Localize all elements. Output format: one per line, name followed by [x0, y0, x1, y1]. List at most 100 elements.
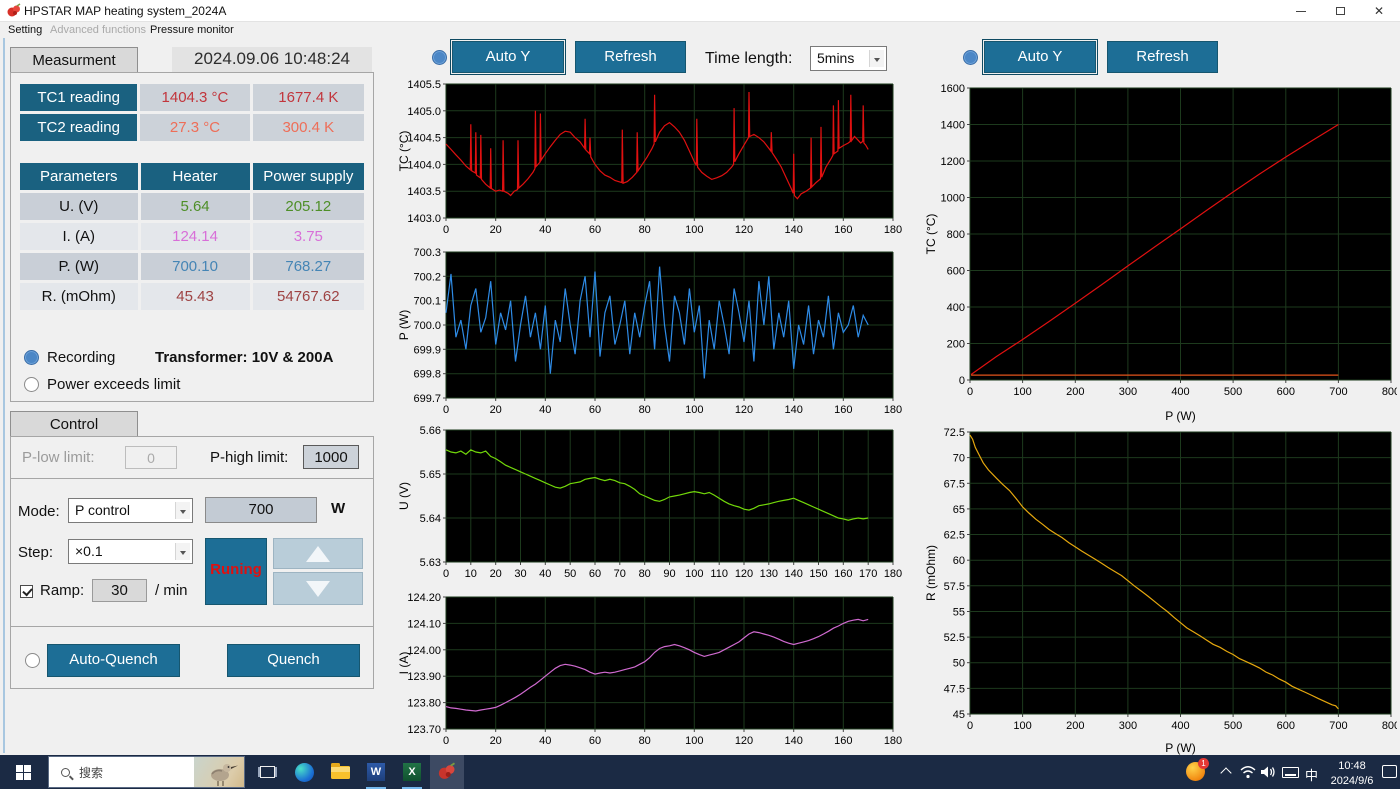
ramp-checkbox[interactable] [20, 585, 33, 598]
excel-icon: X [403, 763, 421, 781]
touch-keyboard-button[interactable] [1282, 767, 1299, 778]
mode-select[interactable]: P control [68, 498, 193, 523]
ime-indicator[interactable]: 中 [1305, 765, 1318, 784]
running-button[interactable]: Runing [205, 538, 267, 605]
svg-text:160: 160 [834, 735, 852, 747]
right-auto-y-button[interactable]: Auto Y [984, 41, 1096, 73]
menu-pressure-monitor[interactable]: Pressure monitor [150, 24, 234, 36]
recording-label: Recording [47, 349, 115, 366]
svg-text:1405.0: 1405.0 [407, 106, 441, 118]
svg-text:124.00: 124.00 [407, 645, 441, 657]
hidden-icons-button[interactable] [1222, 769, 1230, 777]
search-highlight-image[interactable] [194, 757, 244, 787]
power-exceeds-label: Power exceeds limit [47, 376, 180, 393]
svg-text:1600: 1600 [941, 83, 965, 95]
volume-button[interactable] [1260, 765, 1276, 784]
mode-label: Mode: [18, 503, 60, 520]
svg-text:0: 0 [443, 568, 449, 580]
svg-text:500: 500 [1224, 386, 1242, 398]
svg-text:180: 180 [884, 224, 902, 236]
time-text: 10:48 [1326, 759, 1378, 774]
svg-text:67.5: 67.5 [944, 478, 965, 490]
svg-text:50: 50 [953, 658, 965, 670]
svg-text:400: 400 [1171, 720, 1189, 732]
recording-radio[interactable] [24, 350, 39, 365]
svg-text:800: 800 [1382, 386, 1397, 398]
step-label: Step: [18, 544, 53, 561]
speaker-icon [1260, 765, 1276, 779]
right-refresh-button[interactable]: Refresh [1107, 41, 1218, 73]
svg-text:I (A): I (A) [398, 652, 411, 675]
setpoint-input[interactable]: 700 [205, 497, 317, 523]
middle-refresh-button[interactable]: Refresh [575, 41, 686, 73]
minimize-button[interactable] [1285, 0, 1319, 22]
table-row: TC2 reading 27.3 °C 300.4 K [20, 114, 364, 141]
svg-text:20: 20 [490, 404, 502, 416]
p-high-limit-input[interactable]: 1000 [303, 445, 359, 469]
tab-control[interactable]: Control [10, 411, 138, 436]
svg-text:P (W): P (W) [1165, 409, 1195, 423]
table-row: U. (V) 5.64 205.12 [20, 193, 364, 220]
right-status-radio[interactable] [963, 50, 978, 65]
svg-text:5.64: 5.64 [420, 513, 441, 525]
r-heater: 45.43 [141, 283, 250, 310]
step-down-button[interactable] [273, 572, 363, 605]
svg-text:120: 120 [735, 224, 753, 236]
svg-text:110: 110 [710, 568, 728, 580]
p-low-limit-input[interactable]: 0 [125, 446, 177, 469]
svg-text:50: 50 [564, 568, 576, 580]
ramp-label: Ramp: [40, 582, 84, 599]
svg-text:52.5: 52.5 [944, 632, 965, 644]
svg-text:60: 60 [589, 568, 601, 580]
action-center-button[interactable] [1382, 765, 1397, 778]
edge-icon [295, 763, 314, 782]
svg-text:10: 10 [465, 568, 477, 580]
search-icon [61, 768, 70, 777]
clock[interactable]: 10:48 2024/9/6 [1326, 759, 1378, 789]
network-button[interactable] [1240, 765, 1256, 784]
menu-setting[interactable]: Setting [8, 24, 42, 36]
svg-text:120: 120 [735, 568, 753, 580]
power-exceeds-radio[interactable] [24, 377, 39, 392]
table-header-row: Parameters Heater Power supply [20, 163, 364, 190]
chart-tc-vs-power: 0100200300400500600700800020040060080010… [925, 78, 1397, 426]
tab-measurement[interactable]: Measurment [10, 47, 138, 73]
svg-text:1400: 1400 [941, 120, 965, 132]
file-explorer-button[interactable] [323, 755, 357, 789]
svg-text:0: 0 [959, 375, 965, 387]
close-button[interactable]: ✕ [1362, 0, 1396, 22]
quench-button[interactable]: Quench [227, 644, 360, 677]
middle-auto-y-button[interactable]: Auto Y [452, 41, 564, 73]
svg-text:0: 0 [443, 735, 449, 747]
divider [10, 478, 374, 479]
svg-text:U (V): U (V) [398, 482, 411, 510]
excel-button[interactable]: X [395, 755, 429, 789]
task-view-icon [260, 766, 275, 778]
col-parameters: Parameters [20, 163, 138, 190]
mode-value: P control [75, 502, 130, 518]
step-select[interactable]: ×0.1 [68, 539, 193, 564]
svg-text:400: 400 [947, 302, 965, 314]
start-button[interactable] [6, 755, 40, 789]
auto-quench-button[interactable]: Auto-Quench [47, 644, 180, 677]
tray-app-button[interactable]: 1 [1186, 762, 1205, 781]
time-length-select[interactable]: 5mins [810, 46, 887, 71]
middle-status-radio[interactable] [432, 50, 447, 65]
auto-quench-radio[interactable] [25, 653, 40, 668]
svg-text:140: 140 [785, 735, 803, 747]
task-view-button[interactable] [250, 755, 284, 789]
svg-text:20: 20 [490, 568, 502, 580]
heating-app-button[interactable] [430, 755, 464, 789]
step-up-button[interactable] [273, 538, 363, 569]
taskbar-search[interactable]: 搜索 [48, 756, 245, 788]
edge-browser-button[interactable] [287, 755, 321, 789]
svg-text:P (W): P (W) [1165, 741, 1195, 755]
ramp-input[interactable]: 30 [92, 579, 147, 602]
svg-text:1405.5: 1405.5 [407, 79, 441, 91]
svg-text:700.2: 700.2 [413, 271, 441, 283]
svg-text:60: 60 [953, 555, 965, 567]
svg-text:700.3: 700.3 [413, 247, 441, 259]
svg-text:700.1: 700.1 [413, 296, 441, 308]
maximize-button[interactable] [1325, 0, 1359, 22]
word-button[interactable]: W [359, 755, 393, 789]
